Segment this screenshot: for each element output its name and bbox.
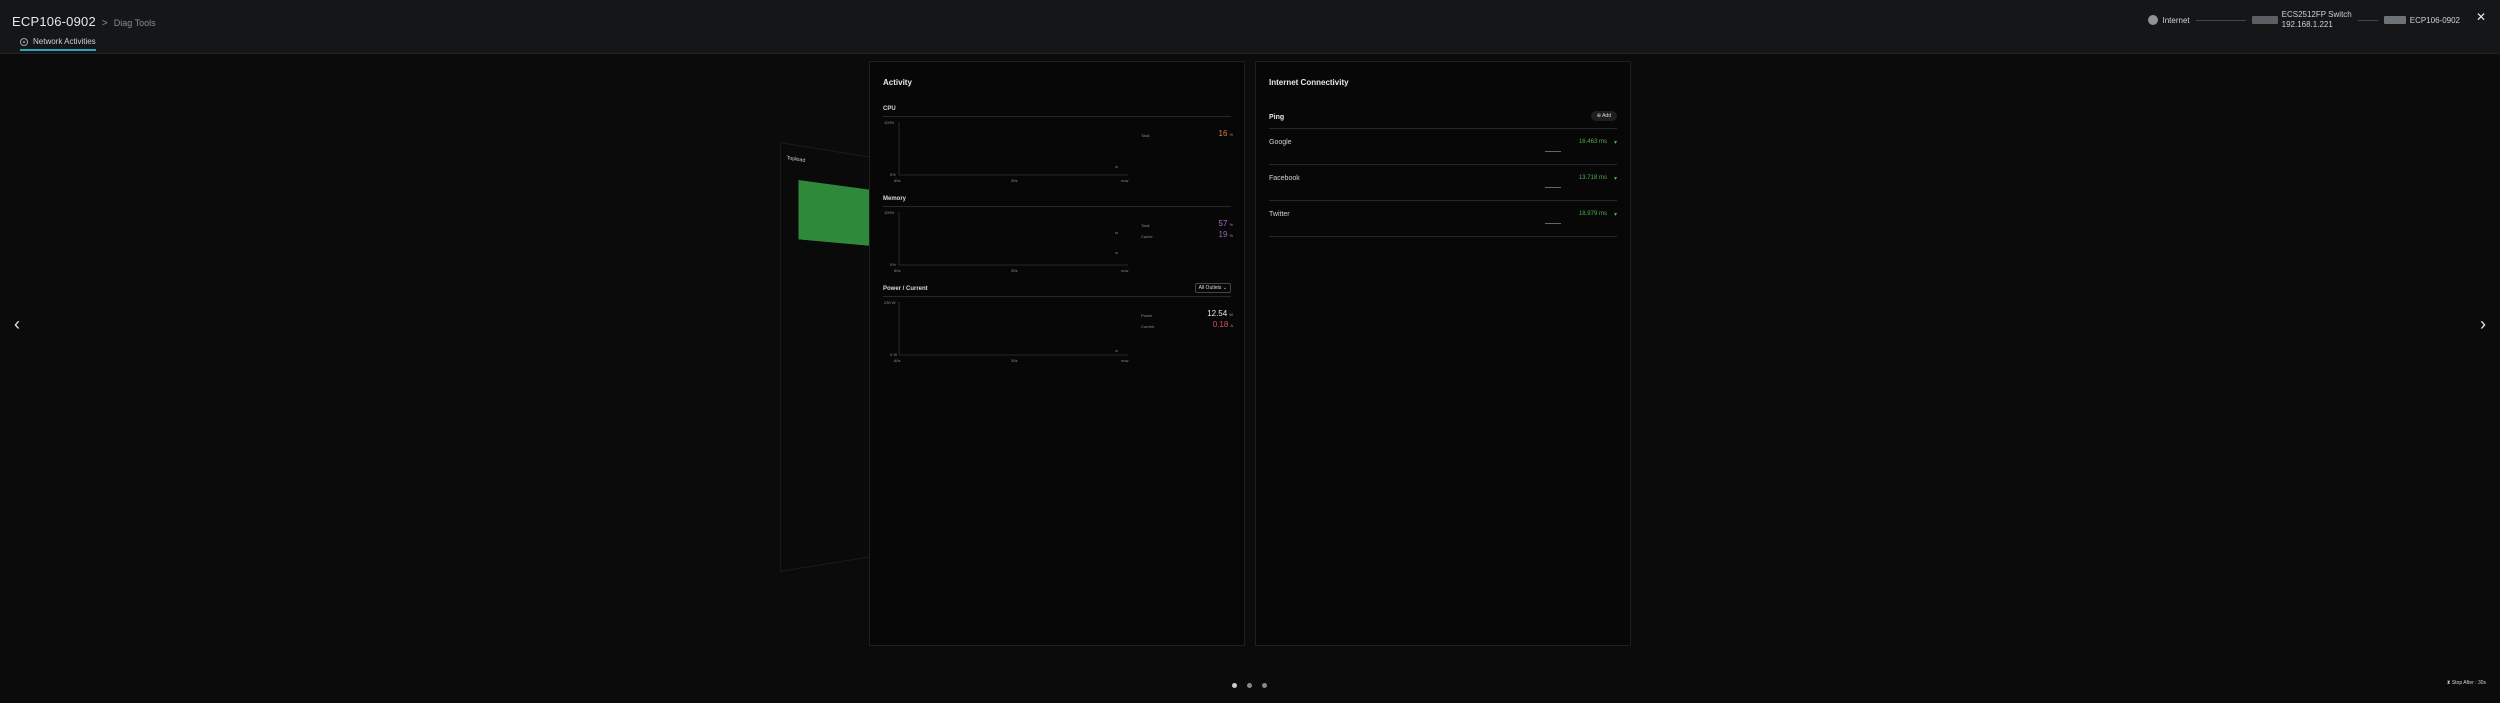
ghost-panel: Topload [780, 142, 873, 572]
memory-title: Memory [883, 196, 907, 202]
page-title: ECP106-0902 [12, 14, 96, 29]
switch-ip: 192.168.1.221 [2281, 20, 2333, 29]
memory-chart: 100% 0% 60s 30s now Total 57% Cache 19% [883, 208, 1233, 273]
memory-axes [898, 212, 1128, 266]
page-dot[interactable] [1262, 683, 1267, 688]
ping-latency: 16.463 ms [1578, 139, 1607, 145]
device-icon [2383, 16, 2406, 24]
ping-row: Facebook 13.718 ms ▾ [1269, 165, 1617, 201]
power-value: 12.54 W [1207, 309, 1233, 318]
cpu-total-label: Total [1141, 133, 1150, 138]
ping-target-name: Google [1269, 139, 1292, 146]
cpu-x-tick: now [1121, 178, 1129, 183]
power-x-tick: 30s [1011, 358, 1018, 363]
cpu-x-tick: 60s [894, 178, 901, 183]
memory-x-tick: now [1121, 268, 1129, 273]
activity-title: Activity [883, 78, 912, 87]
ping-latency: 13.718 ms [1578, 175, 1607, 181]
internet-panel: Internet Connectivity Ping ⊕ Add Google … [1255, 61, 1631, 646]
chevron-down-icon[interactable]: ▾ [1614, 139, 1617, 146]
switch-icon [2251, 16, 2278, 24]
switch-name: ECS2512FP Switch [2281, 10, 2352, 19]
memory-cache-label: Cache [1141, 234, 1153, 239]
chevron-down-icon[interactable]: ▾ [1614, 175, 1617, 182]
topology-path: Internet ECS2512FP Switch 192.168.1.221 … [2148, 10, 2460, 30]
ping-label: Ping [1269, 114, 1285, 121]
stop-timer[interactable]: ⧗ Stop After : 30s [2447, 680, 2486, 686]
current-value: 0.18 A [1212, 320, 1233, 329]
outlet-dropdown[interactable]: All Outlets ⌄ [1194, 283, 1231, 293]
power-x-tick: 60s [894, 358, 901, 363]
ping-row: Twitter 18.979 ms ▾ [1269, 201, 1617, 237]
tab-label: Network Activities [33, 37, 96, 46]
memory-x-tick: 60s [894, 268, 901, 273]
ping-latency: 18.979 ms [1578, 211, 1607, 217]
power-axes [898, 302, 1128, 356]
header: ECP106-0902 > Diag Tools Network Activit… [0, 0, 2500, 54]
diag-tools-page: ECP106-0902 > Diag Tools Network Activit… [0, 0, 2500, 703]
ghost-chart-area [798, 180, 873, 247]
memory-total-label: Total [1141, 223, 1150, 228]
current-label: Current [1141, 324, 1155, 329]
page-subtitle: Diag Tools [113, 18, 156, 28]
divider [883, 206, 1231, 207]
cpu-axes [898, 122, 1128, 176]
ghost-panel-title: Topload [786, 154, 806, 165]
globe-icon [2148, 15, 2159, 25]
cpu-chart: 100% 0% 60s 30s now Total 16% [883, 118, 1233, 183]
prev-arrow-icon[interactable]: ‹ [14, 314, 20, 335]
memory-cache-value: 19% [1218, 230, 1233, 239]
next-arrow-icon[interactable]: › [2480, 314, 2486, 335]
network-icon [20, 37, 28, 46]
ping-sparkline [1545, 187, 1561, 188]
topo-connector [2195, 19, 2246, 21]
topo-internet: Internet [2148, 15, 2190, 25]
chevron-down-icon[interactable]: ▾ [1614, 211, 1617, 218]
internet-title: Internet Connectivity [1269, 78, 1349, 87]
ping-target-name: Twitter [1269, 211, 1290, 218]
ping-row: Google 16.463 ms ▾ [1269, 129, 1617, 165]
ping-sparkline [1545, 223, 1561, 224]
power-title: Power / Current [883, 286, 928, 292]
ping-sparkline [1545, 151, 1561, 152]
page-dot[interactable] [1247, 683, 1252, 688]
add-ping-button[interactable]: ⊕ Add [1590, 111, 1617, 121]
divider [883, 116, 1231, 117]
internet-label: Internet [2162, 15, 2190, 25]
topo-connector [2357, 19, 2378, 21]
cpu-title: CPU [883, 106, 896, 112]
topo-device: ECP106-0902 [2383, 15, 2460, 25]
memory-total-value: 57% [1218, 219, 1233, 228]
cpu-x-tick: 30s [1011, 178, 1018, 183]
page-dot[interactable] [1232, 683, 1237, 688]
breadcrumb-separator: > [101, 18, 108, 29]
pagination-dots [1232, 683, 1267, 688]
activity-panel: Activity CPU 100% 0% 60s 30s now Total 1… [869, 61, 1245, 646]
power-chart: 230 W 0 W 60s 30s now Power 12.54 W Curre… [883, 298, 1233, 363]
divider [883, 296, 1231, 297]
ping-target-name: Facebook [1269, 175, 1300, 182]
breadcrumb: ECP106-0902 > Diag Tools [12, 14, 156, 29]
cpu-total-value: 16% [1218, 129, 1233, 138]
power-label: Power [1141, 313, 1153, 318]
tab-network-activities[interactable]: Network Activities [20, 37, 96, 51]
device-name: ECP106-0902 [2409, 15, 2460, 25]
close-icon[interactable]: ✕ [2476, 10, 2486, 24]
topo-switch: ECS2512FP Switch 192.168.1.221 [2251, 10, 2352, 30]
power-x-tick: now [1121, 358, 1129, 363]
memory-x-tick: 30s [1011, 268, 1018, 273]
